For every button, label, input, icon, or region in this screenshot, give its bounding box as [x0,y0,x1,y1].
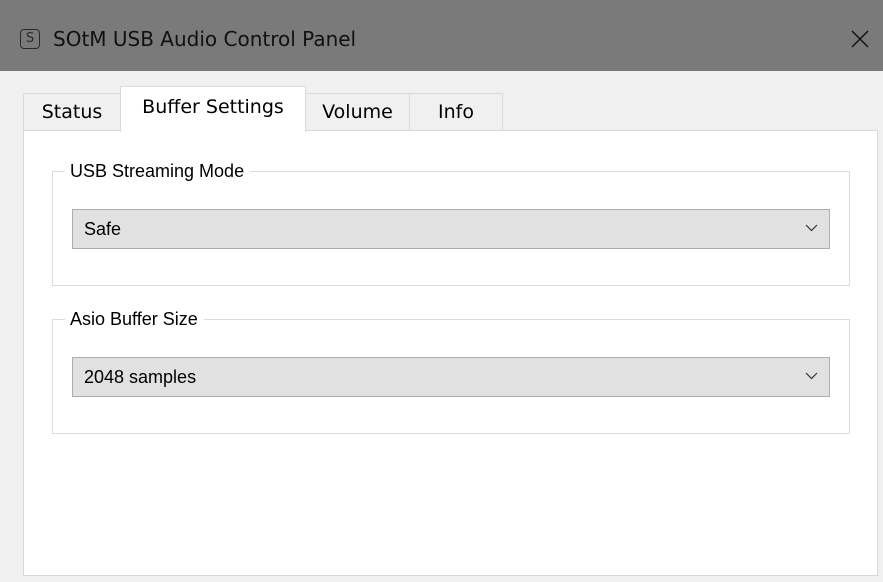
usb-streaming-mode-value: Safe [84,219,122,239]
tab-status[interactable]: Status [23,93,121,130]
tab-volume[interactable]: Volume [305,93,410,130]
tab-strip: Status Buffer Settings Volume Info [0,71,883,132]
asio-buffer-size-select[interactable]: 2048 samples [72,357,830,397]
buffer-settings-panel: USB Streaming Mode Safe Asio Buffer Size… [23,130,878,576]
control-panel-window: S SOtM USB Audio Control Panel Status Bu… [0,0,883,582]
asio-buffer-size-group: Asio Buffer Size 2048 samples [52,306,850,434]
title-bar[interactable]: S SOtM USB Audio Control Panel [0,0,883,71]
tab-buffer-settings[interactable]: Buffer Settings [120,86,306,132]
usb-streaming-mode-label: USB Streaming Mode [65,158,251,184]
tab-info[interactable]: Info [409,93,503,130]
window-title: SOtM USB Audio Control Panel [53,27,357,51]
asio-buffer-size-label: Asio Buffer Size [65,306,204,332]
usb-streaming-mode-select[interactable]: Safe [72,209,830,249]
asio-buffer-size-value: 2048 samples [84,367,197,387]
chevron-down-icon [805,224,818,232]
close-button[interactable] [835,14,883,64]
close-icon [851,30,869,48]
sotm-logo-icon: S [20,29,40,49]
usb-streaming-mode-group: USB Streaming Mode Safe [52,158,850,286]
chevron-down-icon [805,372,818,380]
